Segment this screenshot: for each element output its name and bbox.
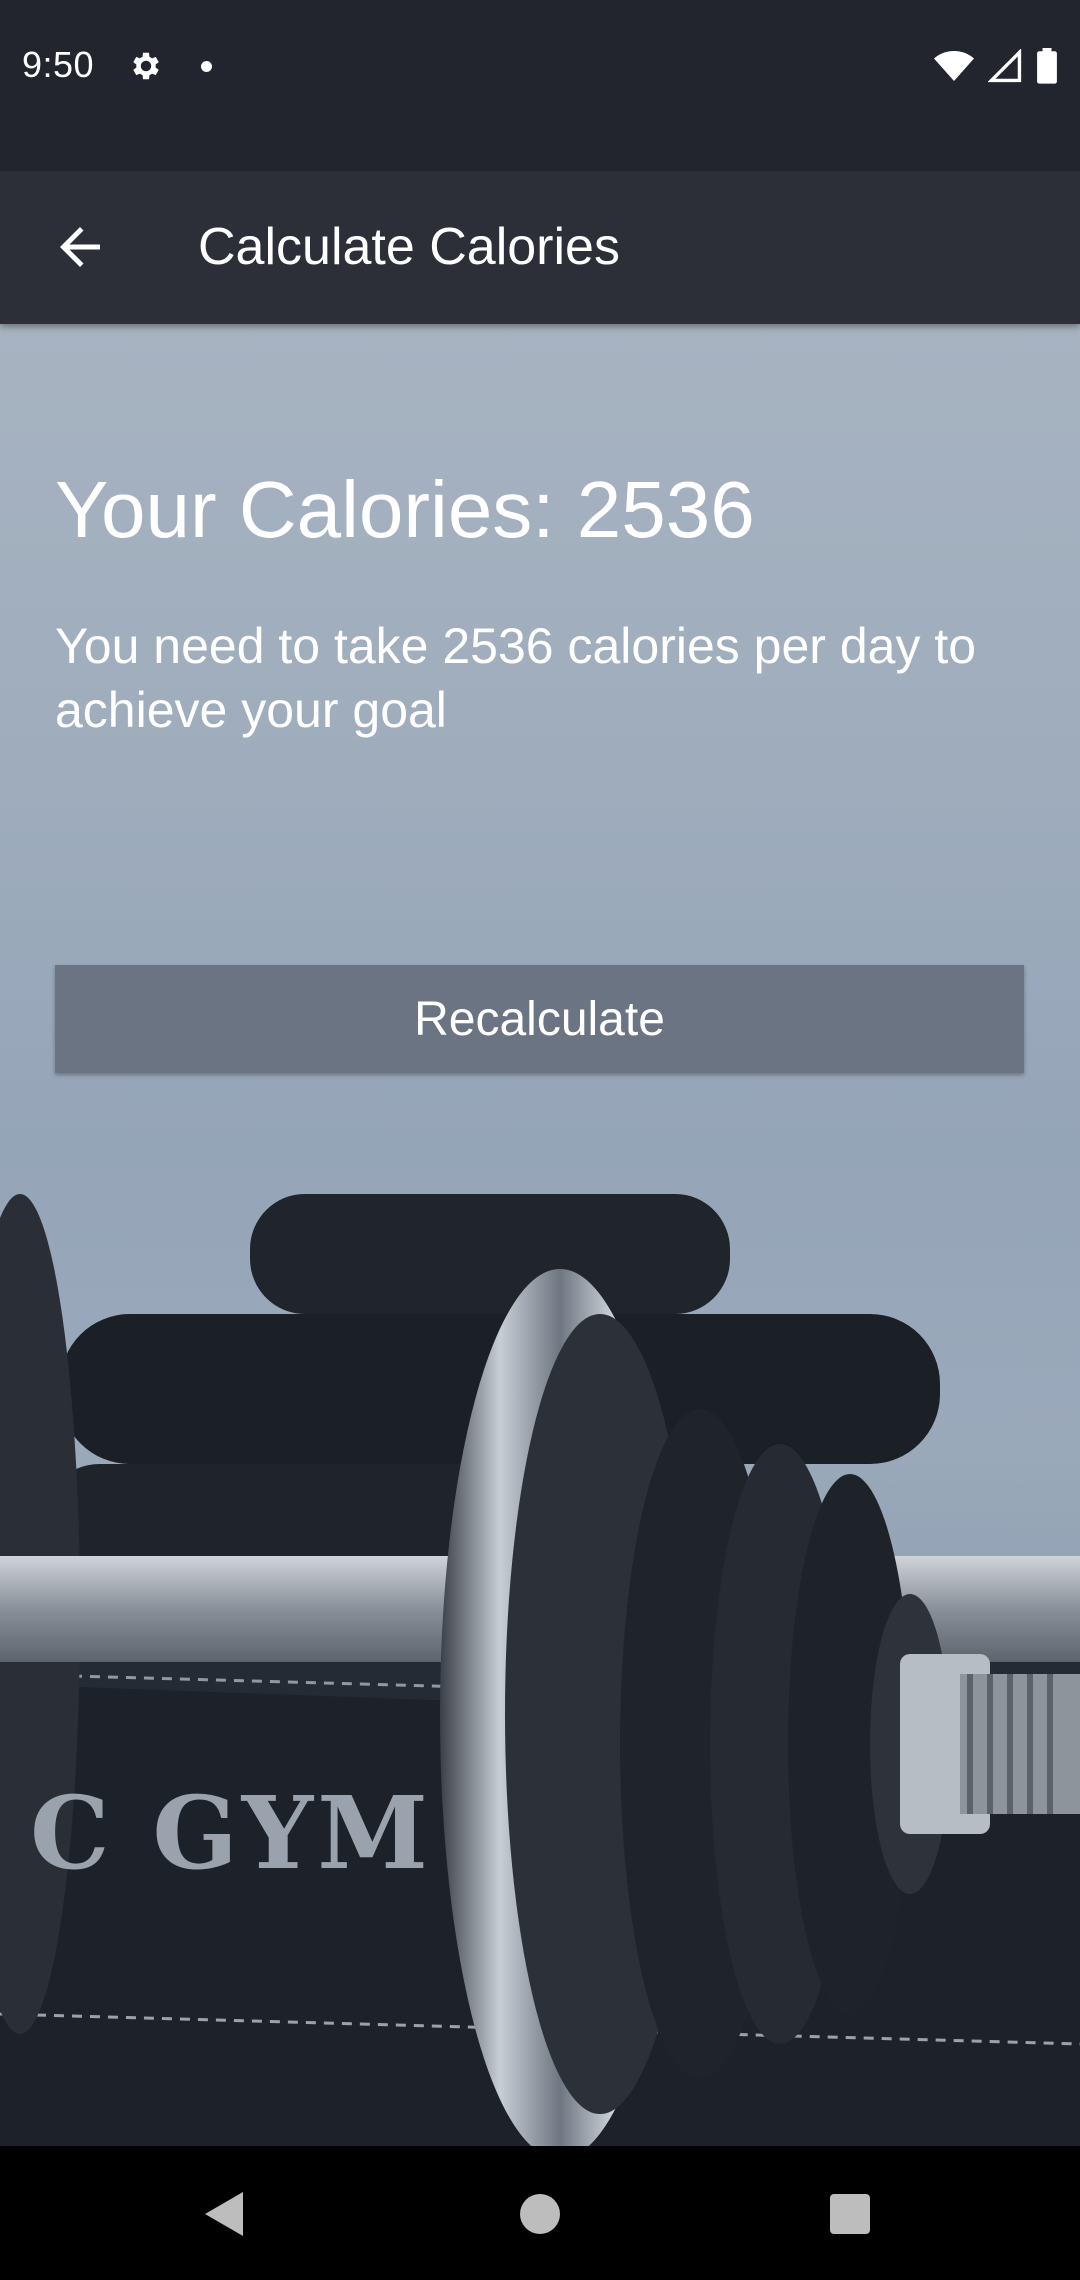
calories-heading: Your Calories: 2536 <box>55 465 755 554</box>
status-bar: 9:50 <box>0 0 1080 171</box>
recalculate-button[interactable]: Recalculate <box>55 965 1024 1073</box>
navigation-bar <box>0 2146 1080 2280</box>
calories-description: You need to take 2536 calories per day t… <box>55 618 977 738</box>
battery-icon <box>1037 48 1057 84</box>
nav-recents-icon[interactable] <box>830 2194 870 2234</box>
notification-dot-icon <box>201 61 212 72</box>
arrow-back-icon[interactable] <box>50 217 110 277</box>
gear-icon <box>133 52 159 80</box>
gym-belt-logo: C GYM <box>30 1774 432 1892</box>
signal-icon <box>988 49 1022 83</box>
nav-home-icon[interactable] <box>520 2194 560 2234</box>
status-icons <box>934 46 1058 86</box>
nav-back-icon[interactable] <box>205 2192 245 2236</box>
background-image: C GYM Your Calories: 2536 You need to ta… <box>0 324 1080 2146</box>
wifi-icon <box>934 51 974 81</box>
app-bar: Calculate Calories <box>0 171 1080 324</box>
status-time: 9:50 <box>22 44 95 85</box>
page-title: Calculate Calories <box>198 218 620 276</box>
